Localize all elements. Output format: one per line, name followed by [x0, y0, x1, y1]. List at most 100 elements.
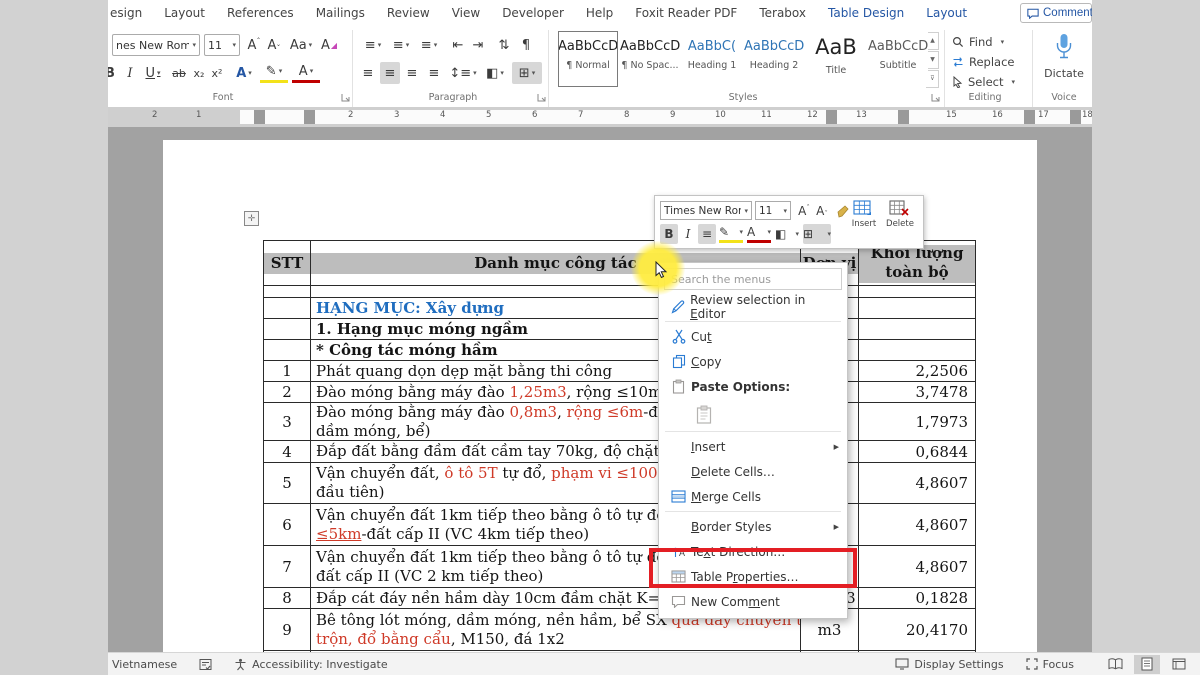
replace-button[interactable]: Replace: [952, 55, 1015, 69]
show-formatting-marks-icon[interactable]: ¶: [516, 34, 536, 56]
align-center-icon[interactable]: ≡: [380, 62, 400, 84]
shrink-font-icon[interactable]: Aˇ: [813, 201, 831, 221]
style-normal[interactable]: AaBbCcDd¶ Normal: [558, 31, 618, 87]
tab-terabox[interactable]: Terabox: [748, 1, 817, 26]
accessibility-status[interactable]: Accessibility: Investigate: [234, 658, 388, 671]
align-left-icon[interactable]: ≡: [358, 62, 378, 84]
insert-table-button[interactable]: Insert: [847, 200, 881, 229]
font-color-icon[interactable]: A▾: [292, 62, 320, 83]
table-row[interactable]: HẠNG MỤC: Xây dựng: [264, 298, 976, 319]
menu-paste-options[interactable]: Paste Options:: [659, 374, 847, 399]
menu-copy[interactable]: Copy: [659, 349, 847, 374]
table-row[interactable]: 2Đào móng bằng máy đào 1,25m3, rộng ≤10m…: [264, 382, 976, 403]
tab-foxit-reader-pdf[interactable]: Foxit Reader PDF: [624, 1, 748, 26]
menu-new-comment[interactable]: New Comment: [659, 589, 847, 614]
table-row[interactable]: 6Vận chuyển đất 1km tiếp theo bằng ô tô …: [264, 504, 976, 546]
read-mode-icon[interactable]: [1102, 655, 1128, 674]
borders-icon[interactable]: ⊞▾: [803, 224, 831, 244]
menu-insert[interactable]: Insert▶: [659, 434, 847, 459]
ruler-column-marker[interactable]: [1070, 110, 1081, 124]
highlight-color-icon[interactable]: ✎▾: [719, 224, 743, 243]
table-row[interactable]: 4Đắp đất bằng đầm đất cầm tay 70kg, độ c…: [264, 441, 976, 463]
table-row[interactable]: 8Đắp cát đáy nền hầm dày 10cm đầm chặt K…: [264, 588, 976, 609]
paragraph-dialog-launcher-icon[interactable]: [537, 93, 547, 103]
ruler-column-marker[interactable]: [254, 110, 265, 124]
document-table[interactable]: STT Danh mục công tác Đơn vị Khối lượng …: [263, 240, 976, 652]
dictate-button[interactable]: Dictate: [1038, 32, 1090, 80]
subscript-icon[interactable]: x₂: [190, 62, 208, 84]
tab-review[interactable]: Review: [376, 1, 441, 26]
language-status[interactable]: Vietnamese: [112, 658, 177, 671]
table-row[interactable]: [264, 286, 976, 298]
mini-font-name-combo[interactable]: Times New Ror▾: [660, 201, 752, 220]
tab-esign[interactable]: esign: [108, 1, 153, 26]
menu-paste-option[interactable]: [659, 399, 847, 429]
header-stt[interactable]: STT: [264, 241, 311, 285]
tab-developer[interactable]: Developer: [491, 1, 575, 26]
justify-icon[interactable]: ≡: [424, 62, 444, 84]
print-layout-icon[interactable]: [1134, 655, 1160, 674]
shrink-font-icon[interactable]: Aˇ: [264, 34, 284, 56]
tab-help[interactable]: Help: [575, 1, 624, 26]
italic-icon[interactable]: I: [680, 224, 696, 244]
ruler-column-marker[interactable]: [304, 110, 315, 124]
menu-delete-cells[interactable]: Delete Cells…: [659, 459, 847, 484]
style-heading-1[interactable]: AaBbC(Heading 1: [682, 31, 742, 87]
sort-icon[interactable]: ⇅: [494, 34, 514, 56]
table-row[interactable]: 9Bê tông lót móng, dầm móng, nền hầm, bể…: [264, 609, 976, 651]
mini-font-size-combo[interactable]: 11▾: [755, 201, 791, 220]
display-settings-button[interactable]: Display Settings: [895, 658, 1003, 671]
find-button[interactable]: Find▾: [952, 35, 1004, 49]
style-title[interactable]: AaBTitle: [806, 31, 866, 87]
menu-border-styles[interactable]: Border Styles▶: [659, 514, 847, 539]
underline-icon[interactable]: U▾: [140, 62, 166, 84]
shading-icon[interactable]: ◧▾: [775, 224, 799, 244]
menu-review-selection-in-editor[interactable]: Review selection in Editor: [659, 294, 847, 319]
strikethrough-icon[interactable]: ab: [168, 62, 190, 84]
bold-icon[interactable]: B: [108, 62, 118, 84]
clear-formatting-icon[interactable]: A◢: [318, 34, 340, 56]
comment-button[interactable]: Comment: [1020, 3, 1092, 23]
font-name-combo[interactable]: nes New Romar▾: [112, 34, 200, 56]
superscript-icon[interactable]: x²: [208, 62, 226, 84]
ruler-column-marker[interactable]: [1024, 110, 1035, 124]
ruler-column-marker[interactable]: [826, 110, 837, 124]
decrease-indent-icon[interactable]: ⇤: [448, 34, 468, 56]
focus-button[interactable]: Focus: [1026, 658, 1074, 671]
menu-search-input[interactable]: Search the menus: [664, 268, 842, 290]
select-button[interactable]: Select▾: [952, 75, 1015, 89]
style-heading-2[interactable]: AaBbCcDHeading 2: [744, 31, 804, 87]
table-move-handle-icon[interactable]: ✛: [244, 211, 259, 226]
multilevel-list-icon[interactable]: ≡▾: [416, 34, 442, 56]
highlight-color-icon[interactable]: ✎▾: [260, 62, 288, 83]
line-spacing-icon[interactable]: ↕≡▾: [450, 62, 476, 84]
font-dialog-launcher-icon[interactable]: [341, 93, 351, 103]
ruler[interactable]: 21234567891011121315161718: [108, 107, 1092, 127]
grow-font-icon[interactable]: Aˆ: [795, 201, 813, 221]
table-row[interactable]: 1Phát quang dọn dẹp mặt bằng thi công2,2…: [264, 361, 976, 382]
tab-references[interactable]: References: [216, 1, 305, 26]
bullets-icon[interactable]: ≡▾: [360, 34, 386, 56]
change-case-icon[interactable]: Aa▾: [288, 34, 314, 56]
delete-table-button[interactable]: Delete: [883, 200, 917, 229]
tab-view[interactable]: View: [441, 1, 491, 26]
shading-icon[interactable]: ◧▾: [482, 62, 508, 84]
menu-cut[interactable]: Cut: [659, 324, 847, 349]
ruler-column-marker[interactable]: [898, 110, 909, 124]
web-layout-icon[interactable]: [1166, 655, 1192, 674]
style-subtitle[interactable]: AaBbCcDdSubtitle: [868, 31, 928, 87]
increase-indent-icon[interactable]: ⇥: [468, 34, 488, 56]
font-size-combo[interactable]: 11▾: [204, 34, 240, 56]
grow-font-icon[interactable]: Aˆ: [244, 34, 264, 56]
text-effects-icon[interactable]: A▾: [230, 62, 258, 84]
table-row[interactable]: * Công tác móng hầm: [264, 340, 976, 361]
style-no-spac[interactable]: AaBbCcDd¶ No Spac...: [620, 31, 680, 87]
tab-table-design[interactable]: Table Design: [817, 1, 915, 26]
table-row[interactable]: 1. Hạng mục móng ngầm: [264, 319, 976, 340]
menu-merge-cells[interactable]: Merge Cells: [659, 484, 847, 509]
align-icon[interactable]: ≡: [698, 224, 716, 244]
tab-layout[interactable]: Layout: [915, 1, 978, 26]
proofing-icon[interactable]: [199, 658, 212, 671]
numbering-icon[interactable]: ≡▾: [388, 34, 414, 56]
align-right-icon[interactable]: ≡: [402, 62, 422, 84]
